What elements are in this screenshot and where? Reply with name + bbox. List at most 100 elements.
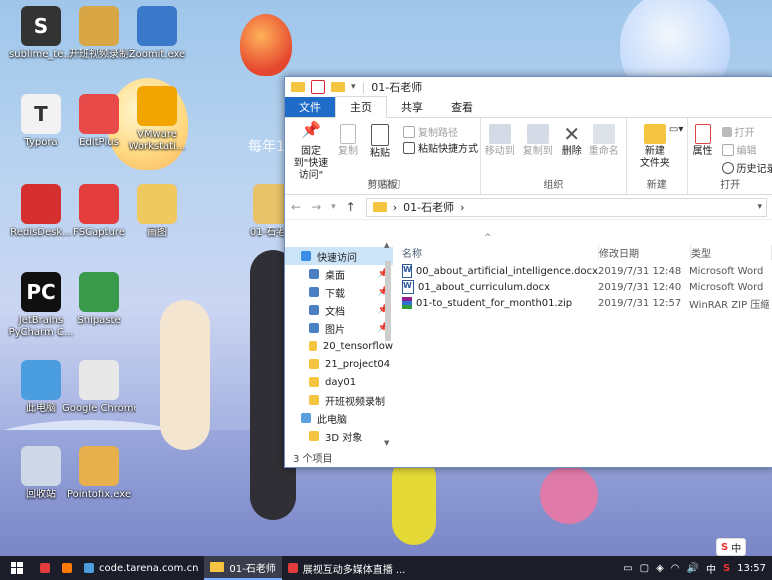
open-button[interactable]: 打开 <box>721 124 755 139</box>
rename-button[interactable]: 重命名 <box>587 124 621 158</box>
folder-icon <box>291 82 305 92</box>
volume-icon[interactable]: 🔊 <box>687 563 699 574</box>
column-date[interactable]: 修改日期 <box>599 244 691 260</box>
nav-item-label: 下载 <box>325 288 345 300</box>
desktop-icon[interactable]: VMware Workstati... <box>120 86 194 153</box>
new-item-icon[interactable]: ▭▾ <box>669 124 683 135</box>
tray-network-icon[interactable]: ▢ <box>640 563 649 574</box>
app-icon: PC <box>21 272 61 312</box>
taskbar-item-browser[interactable]: code.tarena.com.cn <box>78 556 204 580</box>
wallpaper-figure <box>392 455 436 545</box>
nav-item[interactable]: 3D 对象 <box>285 427 393 445</box>
pinned-app-icon[interactable] <box>34 556 56 580</box>
tray-app-icon[interactable]: ▭ <box>623 563 632 574</box>
explorer-window[interactable]: ▾ | 01-石老师 文件 主页 共享 查看 📌 固定到"快速访问" 复制 粘贴… <box>284 76 772 468</box>
desktop-icon[interactable]: Snipaste <box>62 272 136 327</box>
edit-button[interactable]: 编辑 <box>721 142 757 157</box>
desktop-icon[interactable]: Google Chrome <box>62 360 136 415</box>
file-date: 2019/7/31 12:48 <box>598 265 682 277</box>
clipboard-group-label: 剪贴板 <box>367 180 398 191</box>
forward-arrow-icon[interactable]: → <box>311 200 321 214</box>
rename-icon <box>592 124 615 144</box>
tab-file[interactable]: 文件 <box>285 97 335 117</box>
file-date: 2019/7/31 12:40 <box>598 281 682 293</box>
nav-item[interactable]: 文档 📌 <box>285 301 393 319</box>
app-icon <box>79 94 119 134</box>
nav-item[interactable]: 图片 📌 <box>285 319 393 337</box>
status-bar: 3 个项目 <box>293 453 333 465</box>
pin-quick-access-button[interactable]: 📌 固定到"快速访问" <box>289 122 333 182</box>
move-to-icon <box>488 124 511 144</box>
breadcrumb-item[interactable]: 01-石老师 <box>403 199 454 215</box>
nav-item[interactable]: 下载 📌 <box>285 283 393 301</box>
sogou-tray-icon[interactable]: S <box>723 563 730 574</box>
app-icon <box>21 184 61 224</box>
address-dropdown-icon[interactable]: ▾ <box>757 202 766 212</box>
delete-x-icon: ✕ <box>563 122 581 146</box>
file-row[interactable]: 00_about_artificial_intelligence.docx201… <box>394 263 772 279</box>
properties-quick-icon[interactable] <box>311 80 325 94</box>
paste-button[interactable]: 粘贴 <box>365 124 395 160</box>
nav-item-label: 开班视频录制 <box>325 396 385 408</box>
recent-dropdown-icon[interactable]: ▾ <box>331 202 336 212</box>
paste-shortcut-button[interactable]: 粘贴快捷方式 <box>403 140 478 155</box>
tray-shield-icon[interactable]: ◈ <box>656 563 664 574</box>
nav-item[interactable]: 开班视频录制 <box>285 391 393 409</box>
clock[interactable]: 13:57 <box>737 563 766 574</box>
nav-item[interactable]: 桌面 📌 <box>285 265 393 283</box>
app-icon <box>79 272 119 312</box>
pinned-app-icon[interactable] <box>56 556 78 580</box>
desktop-icon-label: Zoomit.exe <box>128 49 186 60</box>
sublime-icon <box>62 563 72 573</box>
tab-view[interactable]: 查看 <box>437 97 487 117</box>
nav-scrollbar[interactable]: ▲ ▼ <box>383 241 393 447</box>
nav-item-icon <box>309 287 319 297</box>
tab-home[interactable]: 主页 <box>335 96 387 118</box>
back-arrow-icon[interactable]: ← <box>291 200 301 214</box>
nav-item-label: 21_project04 <box>325 358 391 370</box>
new-folder-quick-icon[interactable] <box>331 82 345 92</box>
desktop-icon[interactable]: Zoomit.exe <box>120 6 194 61</box>
nav-item-label: 此电脑 <box>317 414 347 426</box>
app-icon: S <box>21 6 61 46</box>
sogou-ime-toolbar[interactable]: S 中 <box>716 538 747 556</box>
file-name: 01-to_student_for_month01.zip <box>416 297 573 309</box>
column-name[interactable]: 名称 <box>394 244 599 260</box>
taskbar-item-explorer[interactable]: 01-石老师 <box>204 556 282 580</box>
history-button[interactable]: 历史记录 <box>721 160 772 175</box>
file-row[interactable]: 01-to_student_for_month01.zip 2019/7/31 1… <box>394 295 772 311</box>
app-icon <box>40 563 50 573</box>
paste-icon <box>371 124 389 146</box>
copy-button[interactable]: 复制 <box>335 124 361 158</box>
taskbar: code.tarena.com.cn 01-石老师 展视互动多媒体直播 ... … <box>0 556 772 580</box>
move-to-button[interactable]: 移动到 <box>483 124 517 158</box>
nav-item[interactable]: 20_tensorflow <box>285 337 393 355</box>
tab-share[interactable]: 共享 <box>387 97 437 117</box>
properties-icon <box>694 124 711 144</box>
input-method-indicator[interactable]: 中 <box>706 561 716 576</box>
nav-item[interactable]: 21_project04 <box>285 355 393 373</box>
address-bar[interactable]: › 01-石老师 › ▾ <box>365 197 767 217</box>
desktop-icon[interactable]: 画图 <box>120 184 194 239</box>
up-arrow-icon[interactable]: ↑ <box>346 200 356 214</box>
nav-item[interactable]: day01 <box>285 373 393 391</box>
balloon-decoration <box>240 14 292 76</box>
nav-item[interactable]: 此电脑 <box>285 409 393 427</box>
start-button[interactable] <box>0 556 34 580</box>
delete-button[interactable]: ✕ 删除 <box>559 124 585 158</box>
taskbar-item-live-stream[interactable]: 展视互动多媒体直播 ... <box>282 556 412 580</box>
copy-to-button[interactable]: 复制到 <box>521 124 555 158</box>
desktop-icon[interactable]: Pointofix.exe <box>62 446 136 501</box>
tray-wifi-icon[interactable]: ◠ <box>671 563 680 574</box>
word-file-icon <box>402 280 414 294</box>
copy-path-button[interactable]: 复制路径 <box>403 124 458 139</box>
open-group: 属性 打开 编辑 历史记录 打开 <box>688 118 772 194</box>
file-row[interactable]: 01_about_curriculum.docx 2019/7/31 12:40 M… <box>394 279 772 295</box>
title-bar[interactable]: ▾ | 01-石老师 <box>285 77 772 97</box>
column-type[interactable]: 类型 <box>691 244 772 260</box>
scrollbar-thumb[interactable] <box>385 261 391 341</box>
properties-button[interactable]: 属性 <box>690 124 716 158</box>
quick-access-dropdown-icon[interactable]: ▾ <box>351 82 356 92</box>
nav-item[interactable]: 快速访问 <box>285 247 393 265</box>
history-icon <box>721 161 734 174</box>
